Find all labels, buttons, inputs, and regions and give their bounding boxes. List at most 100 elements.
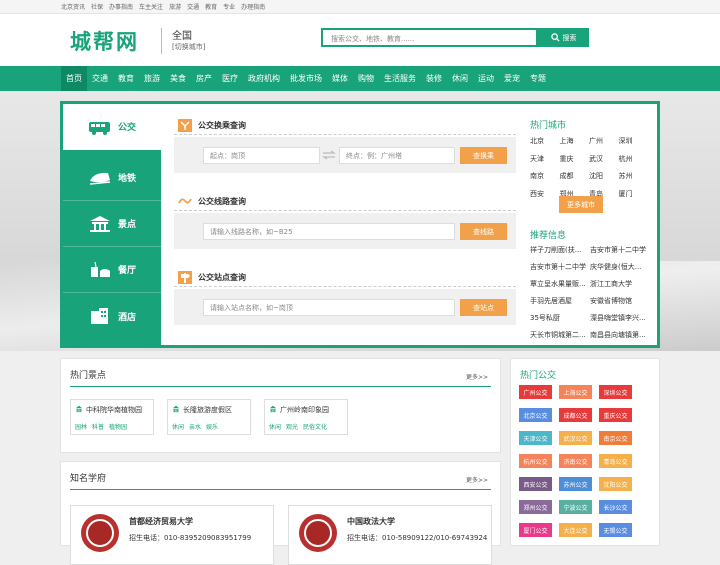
hot-spot-tag[interactable]: 园林	[75, 422, 87, 431]
nav-item[interactable]: 休闲	[447, 66, 473, 91]
switch-city-link[interactable]: [切换城市]	[172, 42, 205, 52]
line-input[interactable]: 请输入线路名称，如~B25	[203, 223, 455, 240]
nav-item[interactable]: 教育	[113, 66, 139, 91]
hot-bus-city-button[interactable]: 重庆公交	[599, 408, 632, 422]
hot-city-link[interactable]: 武汉	[589, 154, 603, 164]
hot-spots-more-link[interactable]: 更多>>	[466, 372, 488, 381]
recommend-item[interactable]: 覃立呈水果量贩...	[530, 279, 586, 289]
start-input[interactable]: 起点：岗顶	[203, 147, 320, 164]
recommend-item[interactable]: 安徽省博物馆	[590, 296, 632, 306]
hot-bus-city-button[interactable]: 北京公交	[519, 408, 552, 422]
tab-hotel[interactable]: 酒店	[63, 293, 161, 339]
top-link[interactable]: 旅游	[169, 2, 181, 11]
hot-spot-card[interactable]: 中科院华南植物园 园林 科普 植物园	[70, 399, 154, 435]
search-button[interactable]: 搜索	[538, 28, 589, 47]
hot-bus-city-button[interactable]: 深圳公交	[599, 385, 632, 399]
tab-restaurant[interactable]: 餐厅	[63, 247, 161, 293]
hot-spot-tag[interactable]: 休闲	[269, 422, 281, 431]
hot-city-link[interactable]: 上海	[560, 136, 574, 146]
hot-city-link[interactable]: 南京	[530, 171, 544, 181]
hot-city-link[interactable]: 厦门	[619, 189, 633, 199]
hot-bus-city-button[interactable]: 大连公交	[559, 523, 592, 537]
top-link[interactable]: 专业	[223, 2, 235, 11]
hot-bus-city-button[interactable]: 南京公交	[599, 431, 632, 445]
tab-bus[interactable]: 公交	[63, 104, 161, 150]
recommend-item[interactable]: 庆华健身(恒大...	[590, 262, 641, 272]
search-input[interactable]: 搜索公交、地铁、教育......	[321, 28, 538, 47]
nav-item[interactable]: 首页	[61, 66, 87, 91]
nav-item[interactable]: 批发市场	[285, 66, 327, 91]
end-input[interactable]: 终点：例：广州塔	[339, 147, 455, 164]
hot-bus-city-button[interactable]: 无锡公交	[599, 523, 632, 537]
nav-item[interactable]: 装修	[421, 66, 447, 91]
school-card[interactable]: 首都经济贸易大学 招生电话：010-8395209083951799	[70, 505, 274, 565]
hot-bus-city-button[interactable]: 广州公交	[519, 385, 552, 399]
nav-item[interactable]: 运动	[473, 66, 499, 91]
hot-spot-tag[interactable]: 娱乐	[206, 422, 218, 431]
recommend-item[interactable]: 溧县嗨堂镇李兴...	[590, 313, 646, 323]
hot-city-link[interactable]: 沈阳	[589, 171, 603, 181]
hot-bus-city-button[interactable]: 西安公交	[519, 477, 552, 491]
hot-spot-tag[interactable]: 观光	[286, 422, 298, 431]
top-link[interactable]: 北京资讯	[61, 2, 85, 11]
top-link[interactable]: 车主关注	[139, 2, 163, 11]
hot-bus-city-button[interactable]: 厦门公交	[519, 523, 552, 537]
site-logo[interactable]: 城帮网	[70, 26, 139, 56]
hot-city-link[interactable]: 杭州	[619, 154, 633, 164]
hot-city-link[interactable]: 天津	[530, 154, 544, 164]
search-line-button[interactable]: 查线路	[460, 223, 507, 240]
search-station-button[interactable]: 查站点	[460, 299, 507, 316]
swap-icon[interactable]	[322, 150, 336, 160]
schools-more-link[interactable]: 更多>>	[466, 475, 488, 484]
more-cities-button[interactable]: 更多城市	[559, 196, 603, 213]
nav-item[interactable]: 购物	[353, 66, 379, 91]
station-input[interactable]: 请输入站点名称，如~岗顶	[203, 299, 455, 316]
recommend-item[interactable]: 手羽先居酒屋	[530, 296, 572, 306]
nav-item[interactable]: 爱宠	[499, 66, 525, 91]
nav-item[interactable]: 生活服务	[379, 66, 421, 91]
recommend-item[interactable]: 天长市铜城第二...	[530, 330, 586, 340]
nav-item[interactable]: 媒体	[327, 66, 353, 91]
nav-item[interactable]: 专题	[525, 66, 551, 91]
top-link[interactable]: 办事指南	[109, 2, 133, 11]
nav-item[interactable]: 政府机构	[243, 66, 285, 91]
hot-spot-tag[interactable]: 植物园	[109, 422, 127, 431]
hot-bus-city-button[interactable]: 沈阳公交	[599, 477, 632, 491]
hot-spot-tag[interactable]: 亲水	[189, 422, 201, 431]
hot-bus-city-button[interactable]: 郑州公交	[519, 500, 552, 514]
recommend-item[interactable]: 吉安市第十二中学	[590, 245, 646, 255]
tab-subway[interactable]: 地铁	[63, 155, 161, 201]
hot-city-link[interactable]: 西安	[530, 189, 544, 199]
school-card[interactable]: 中国政法大学 招生电话：010-58909122/010-69743924	[288, 505, 492, 565]
recommend-item[interactable]: 浙江工商大学	[590, 279, 632, 289]
top-link[interactable]: 办理指南	[241, 2, 265, 11]
recommend-item[interactable]: 吉安市第十二中学	[530, 262, 586, 272]
nav-item[interactable]: 医疗	[217, 66, 243, 91]
hot-bus-city-button[interactable]: 上海公交	[559, 385, 592, 399]
hot-bus-city-button[interactable]: 天津公交	[519, 431, 552, 445]
hot-spot-card[interactable]: 广州岭南印象园 休闲 观光 民俗文化	[264, 399, 348, 435]
hot-spot-tag[interactable]: 科普	[92, 422, 104, 431]
top-link[interactable]: 交通	[187, 2, 199, 11]
nav-item[interactable]: 美食	[165, 66, 191, 91]
hot-city-link[interactable]: 苏州	[619, 171, 633, 181]
hot-city-link[interactable]: 深圳	[619, 136, 633, 146]
hot-spot-tag[interactable]: 休闲	[172, 422, 184, 431]
hot-bus-city-button[interactable]: 苏州公交	[559, 477, 592, 491]
school-name[interactable]: 首都经济贸易大学	[129, 516, 193, 527]
hot-bus-city-button[interactable]: 武汉公交	[559, 431, 592, 445]
hot-bus-city-button[interactable]: 青岛公交	[599, 454, 632, 468]
hot-city-link[interactable]: 广州	[589, 136, 603, 146]
nav-item[interactable]: 交通	[87, 66, 113, 91]
hot-bus-city-button[interactable]: 济南公交	[559, 454, 592, 468]
nav-item[interactable]: 房产	[191, 66, 217, 91]
hot-bus-city-button[interactable]: 杭州公交	[519, 454, 552, 468]
school-name[interactable]: 中国政法大学	[347, 516, 395, 527]
hot-spot-card[interactable]: 长隆旅游度假区 休闲 亲水 娱乐	[167, 399, 251, 435]
recommend-item[interactable]: 35号私厨	[530, 313, 560, 323]
hot-city-link[interactable]: 北京	[530, 136, 544, 146]
top-link[interactable]: 社保	[91, 2, 103, 11]
hot-city-link[interactable]: 重庆	[560, 154, 574, 164]
hot-bus-city-button[interactable]: 长沙公交	[599, 500, 632, 514]
recommend-item[interactable]: 祥子刀削面(扶...	[530, 245, 581, 255]
